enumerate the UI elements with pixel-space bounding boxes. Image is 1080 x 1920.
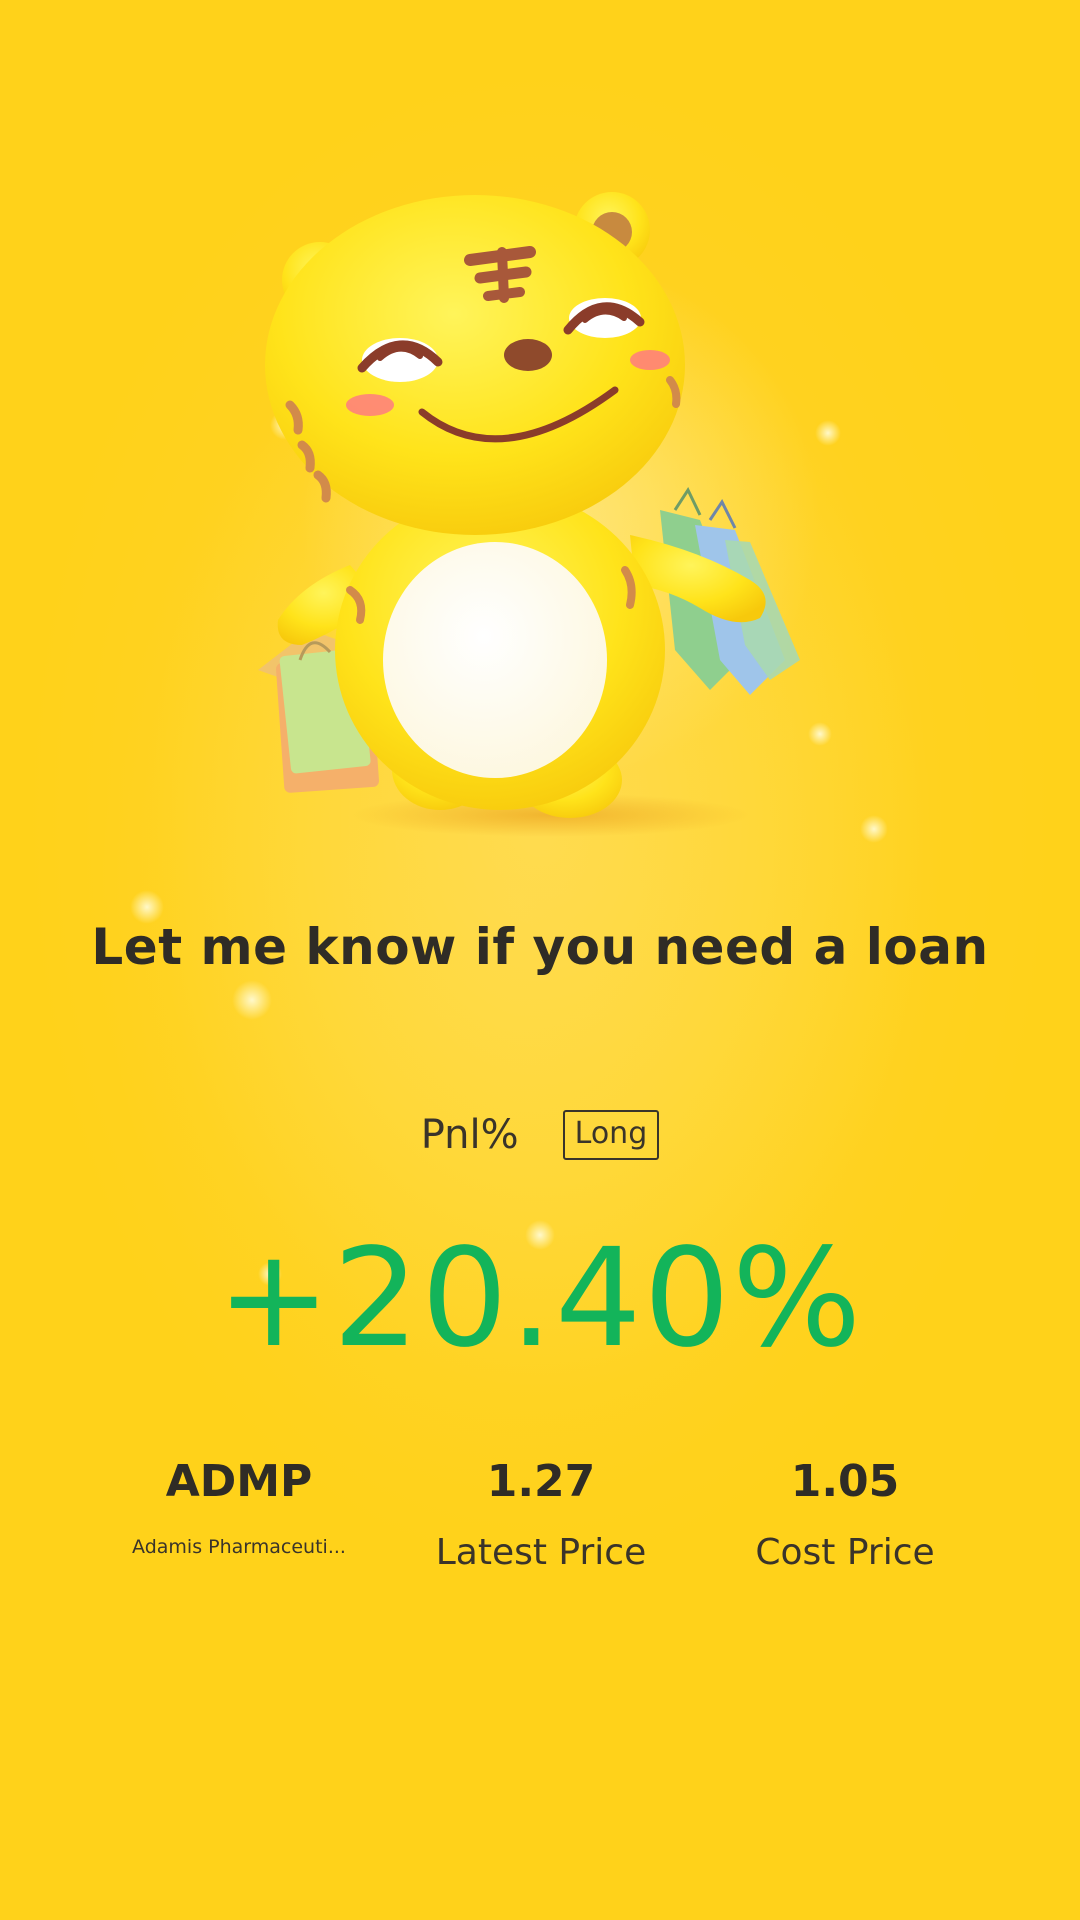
cost-price-stat: 1.05 Cost Price [695,1452,995,1573]
pnl-header: Pnl% Long [0,1110,1080,1160]
latest-price-value: 1.27 [486,1456,596,1507]
stock-info: ADMP Adamis Pharmaceuti... [89,1452,389,1558]
stock-symbol: ADMP [165,1456,313,1507]
sparkle [232,980,272,1020]
tiger-mascot-icon [258,192,800,837]
pnl-percentage-value: +20.40% [216,1220,864,1378]
position-direction-badge: Long [562,1110,660,1160]
cost-price-label: Cost Price [755,1532,935,1573]
stock-name: Adamis Pharmaceuti... [132,1536,346,1558]
latest-price-stat: 1.27 Latest Price [391,1452,691,1573]
page-headline: Let me know if you need a loan [91,918,989,976]
sparkle [860,815,888,843]
pnl-label: Pnl% [420,1112,519,1158]
latest-price-label: Latest Price [435,1532,647,1573]
position-stats: ADMP Adamis Pharmaceuti... 1.27 Latest P… [0,1452,1080,1592]
cost-price-value: 1.05 [790,1456,900,1507]
